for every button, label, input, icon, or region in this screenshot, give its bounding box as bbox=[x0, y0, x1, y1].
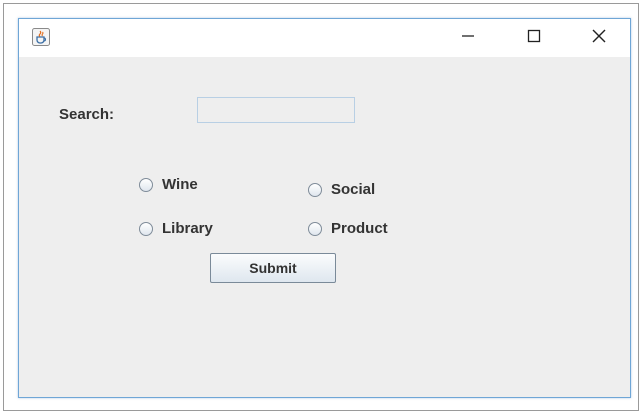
maximize-button[interactable] bbox=[519, 25, 549, 51]
radio-circle[interactable] bbox=[139, 177, 153, 192]
radio-wine[interactable]: Wine bbox=[139, 176, 198, 193]
radio-circle[interactable] bbox=[139, 221, 153, 236]
radio-circle[interactable] bbox=[308, 221, 322, 236]
maximize-icon bbox=[526, 28, 542, 49]
radio-label-product: Product bbox=[331, 220, 388, 237]
close-button[interactable] bbox=[584, 25, 614, 51]
title-bar bbox=[19, 19, 630, 57]
search-input[interactable] bbox=[197, 97, 355, 123]
radio-label-wine: Wine bbox=[162, 176, 198, 193]
radio-library[interactable]: Library bbox=[139, 220, 213, 237]
radio-label-social: Social bbox=[331, 181, 376, 198]
radio-social[interactable]: Social bbox=[308, 181, 375, 198]
radio-label-library: Library bbox=[162, 220, 213, 237]
radio-product[interactable]: Product bbox=[308, 220, 388, 237]
app-window: Search: Wine Social Library Product Subm… bbox=[18, 18, 631, 398]
radio-circle[interactable] bbox=[308, 182, 322, 197]
submit-button[interactable]: Submit bbox=[210, 253, 336, 283]
search-label: Search: bbox=[59, 106, 115, 123]
minimize-button[interactable] bbox=[453, 25, 483, 51]
java-cup-icon bbox=[32, 28, 50, 46]
close-icon bbox=[591, 28, 607, 49]
minimize-icon bbox=[460, 28, 476, 49]
